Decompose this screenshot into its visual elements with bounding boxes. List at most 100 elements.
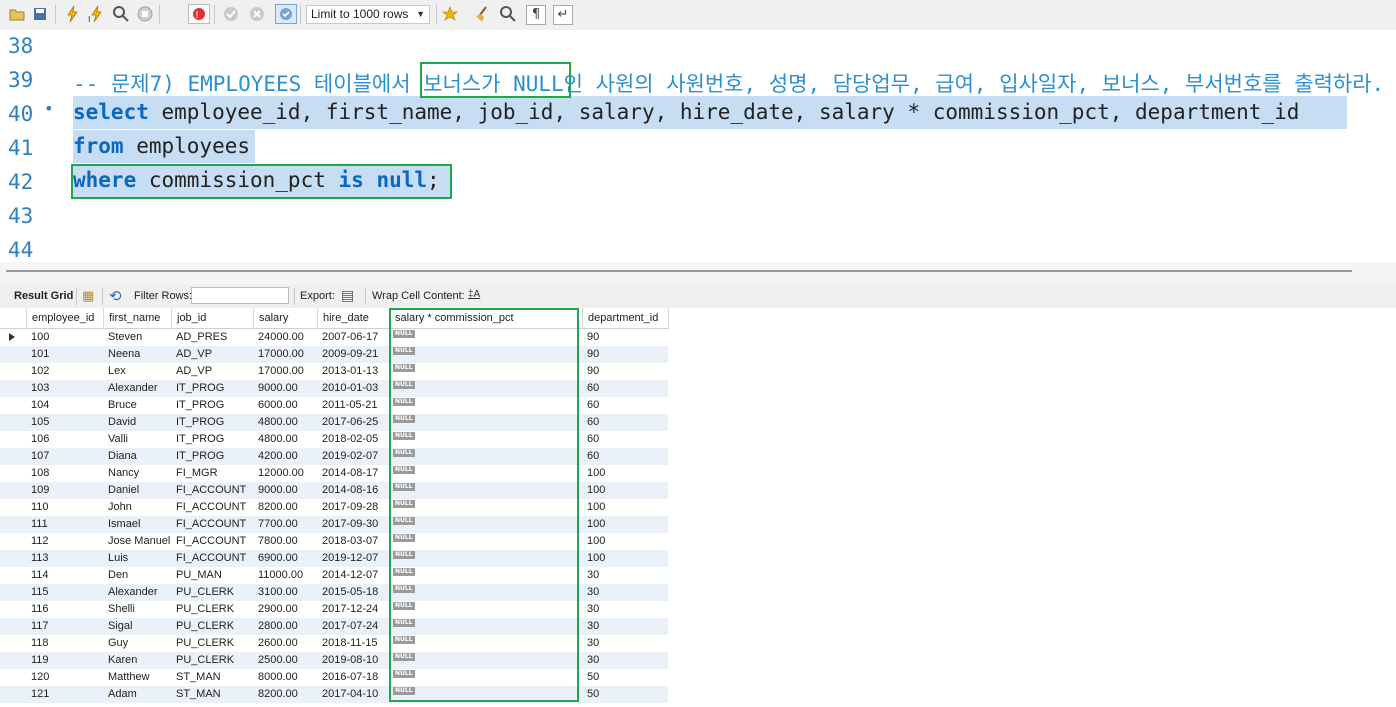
cell-salary[interactable]: 8200.00: [258, 499, 298, 516]
cell-employee-id[interactable]: 108: [31, 465, 49, 482]
cell-employee-id[interactable]: 105: [31, 414, 49, 431]
grid-icon[interactable]: ▦: [82, 288, 94, 304]
cell-job-id[interactable]: ST_MAN: [176, 686, 221, 703]
cell-department-id[interactable]: 60: [587, 448, 599, 465]
cell-first-name[interactable]: Sigal: [108, 618, 132, 635]
cell-first-name[interactable]: John: [108, 499, 132, 516]
cell-department-id[interactable]: 90: [587, 329, 599, 346]
cell-department-id[interactable]: 60: [587, 431, 599, 448]
cell-job-id[interactable]: PU_CLERK: [176, 652, 234, 669]
cell-department-id[interactable]: 60: [587, 397, 599, 414]
cell-job-id[interactable]: PU_MAN: [176, 567, 222, 584]
cell-salary[interactable]: 2900.00: [258, 601, 298, 618]
cell-department-id[interactable]: 90: [587, 363, 599, 380]
limit-rows-select[interactable]: Limit to 1000 rows ▼: [306, 5, 430, 24]
cell-department-id[interactable]: 100: [587, 465, 605, 482]
cell-employee-id[interactable]: 121: [31, 686, 49, 703]
cell-job-id[interactable]: PU_CLERK: [176, 635, 234, 652]
cell-employee-id[interactable]: 112: [31, 533, 49, 550]
column-header-job-id[interactable]: job_id: [172, 308, 254, 329]
cell-employee-id[interactable]: 109: [31, 482, 49, 499]
execute-cursor-lightning-icon[interactable]: I: [88, 5, 106, 24]
cell-salary[interactable]: 4800.00: [258, 414, 298, 431]
cell-employee-id[interactable]: 102: [31, 363, 49, 380]
cell-hire-date[interactable]: 2014-08-17: [322, 465, 378, 482]
cell-hire-date[interactable]: 2019-02-07: [322, 448, 378, 465]
cell-employee-id[interactable]: 104: [31, 397, 49, 414]
stop-icon[interactable]: [136, 5, 154, 23]
cell-employee-id[interactable]: 118: [31, 635, 49, 652]
cell-hire-date[interactable]: 2019-12-07: [322, 550, 378, 567]
cell-employee-id[interactable]: 117: [31, 618, 49, 635]
cell-salary[interactable]: 9000.00: [258, 380, 298, 397]
cell-hire-date[interactable]: 2015-05-18: [322, 584, 378, 601]
cell-department-id[interactable]: 100: [587, 482, 605, 499]
cell-job-id[interactable]: IT_PROG: [176, 414, 224, 431]
cell-first-name[interactable]: Alexander: [108, 584, 158, 601]
cell-department-id[interactable]: 30: [587, 601, 599, 618]
cell-job-id[interactable]: IT_PROG: [176, 380, 224, 397]
cell-department-id[interactable]: 30: [587, 567, 599, 584]
cell-department-id[interactable]: 100: [587, 550, 605, 567]
column-header-employee-id[interactable]: employee_id: [27, 308, 104, 329]
cell-first-name[interactable]: Adam: [108, 686, 137, 703]
autocommit-icon[interactable]: [275, 4, 297, 24]
cell-salary[interactable]: 7800.00: [258, 533, 298, 550]
add-snippet-star-icon[interactable]: [441, 5, 459, 23]
result-grid-tab[interactable]: Result Grid: [14, 290, 73, 302]
cell-salary[interactable]: 4800.00: [258, 431, 298, 448]
cell-employee-id[interactable]: 110: [31, 499, 49, 516]
cell-hire-date[interactable]: 2017-09-30: [322, 516, 378, 533]
cell-first-name[interactable]: Den: [108, 567, 128, 584]
cell-hire-date[interactable]: 2011-05-21: [322, 397, 377, 414]
filter-rows-input[interactable]: [191, 287, 289, 304]
cell-employee-id[interactable]: 107: [31, 448, 49, 465]
find-icon[interactable]: [499, 5, 517, 23]
cell-hire-date[interactable]: 2013-01-13: [322, 363, 378, 380]
cell-job-id[interactable]: AD_VP: [176, 363, 212, 380]
cell-job-id[interactable]: FI_MGR: [176, 465, 218, 482]
cell-department-id[interactable]: 30: [587, 652, 599, 669]
word-wrap-icon[interactable]: ↵: [553, 5, 573, 25]
cell-department-id[interactable]: 50: [587, 669, 599, 686]
cell-salary[interactable]: 6000.00: [258, 397, 298, 414]
cell-first-name[interactable]: Diana: [108, 448, 137, 465]
cell-hire-date[interactable]: 2010-01-03: [322, 380, 378, 397]
cell-salary[interactable]: 24000.00: [258, 329, 304, 346]
cell-salary[interactable]: 4200.00: [258, 448, 298, 465]
cell-hire-date[interactable]: 2018-11-15: [322, 635, 377, 652]
cell-first-name[interactable]: Nancy: [108, 465, 139, 482]
beautify-broom-icon[interactable]: [473, 5, 491, 23]
cell-job-id[interactable]: FI_ACCOUNT: [176, 499, 246, 516]
save-icon[interactable]: [31, 5, 49, 23]
result-grid[interactable]: employee_id first_name job_id salary hir…: [0, 308, 1396, 707]
cell-department-id[interactable]: 50: [587, 686, 599, 703]
cell-first-name[interactable]: Ismael: [108, 516, 140, 533]
cell-first-name[interactable]: Jose Manuel: [108, 533, 170, 550]
cell-department-id[interactable]: 100: [587, 499, 605, 516]
cell-department-id[interactable]: 60: [587, 414, 599, 431]
cell-salary[interactable]: 7700.00: [258, 516, 298, 533]
cell-job-id[interactable]: FI_ACCOUNT: [176, 550, 246, 567]
cell-job-id[interactable]: PU_CLERK: [176, 618, 234, 635]
cell-employee-id[interactable]: 120: [31, 669, 49, 686]
cell-salary[interactable]: 17000.00: [258, 346, 304, 363]
cell-hire-date[interactable]: 2018-03-07: [322, 533, 378, 550]
cell-hire-date[interactable]: 2018-02-05: [322, 431, 378, 448]
commit-check-icon[interactable]: [222, 5, 240, 23]
cell-department-id[interactable]: 30: [587, 618, 599, 635]
cell-first-name[interactable]: Guy: [108, 635, 128, 652]
cell-first-name[interactable]: Shelli: [108, 601, 135, 618]
cell-hire-date[interactable]: 2009-09-21: [322, 346, 378, 363]
cell-employee-id[interactable]: 115: [31, 584, 49, 601]
cell-hire-date[interactable]: 2017-06-25: [322, 414, 378, 431]
cell-first-name[interactable]: Steven: [108, 329, 142, 346]
cell-salary[interactable]: 2800.00: [258, 618, 298, 635]
cell-department-id[interactable]: 30: [587, 584, 599, 601]
cell-employee-id[interactable]: 111: [31, 516, 48, 533]
cell-first-name[interactable]: Neena: [108, 346, 140, 363]
cell-job-id[interactable]: ST_MAN: [176, 669, 221, 686]
cell-first-name[interactable]: Daniel: [108, 482, 139, 499]
cell-employee-id[interactable]: 101: [31, 346, 49, 363]
cell-first-name[interactable]: Alexander: [108, 380, 158, 397]
